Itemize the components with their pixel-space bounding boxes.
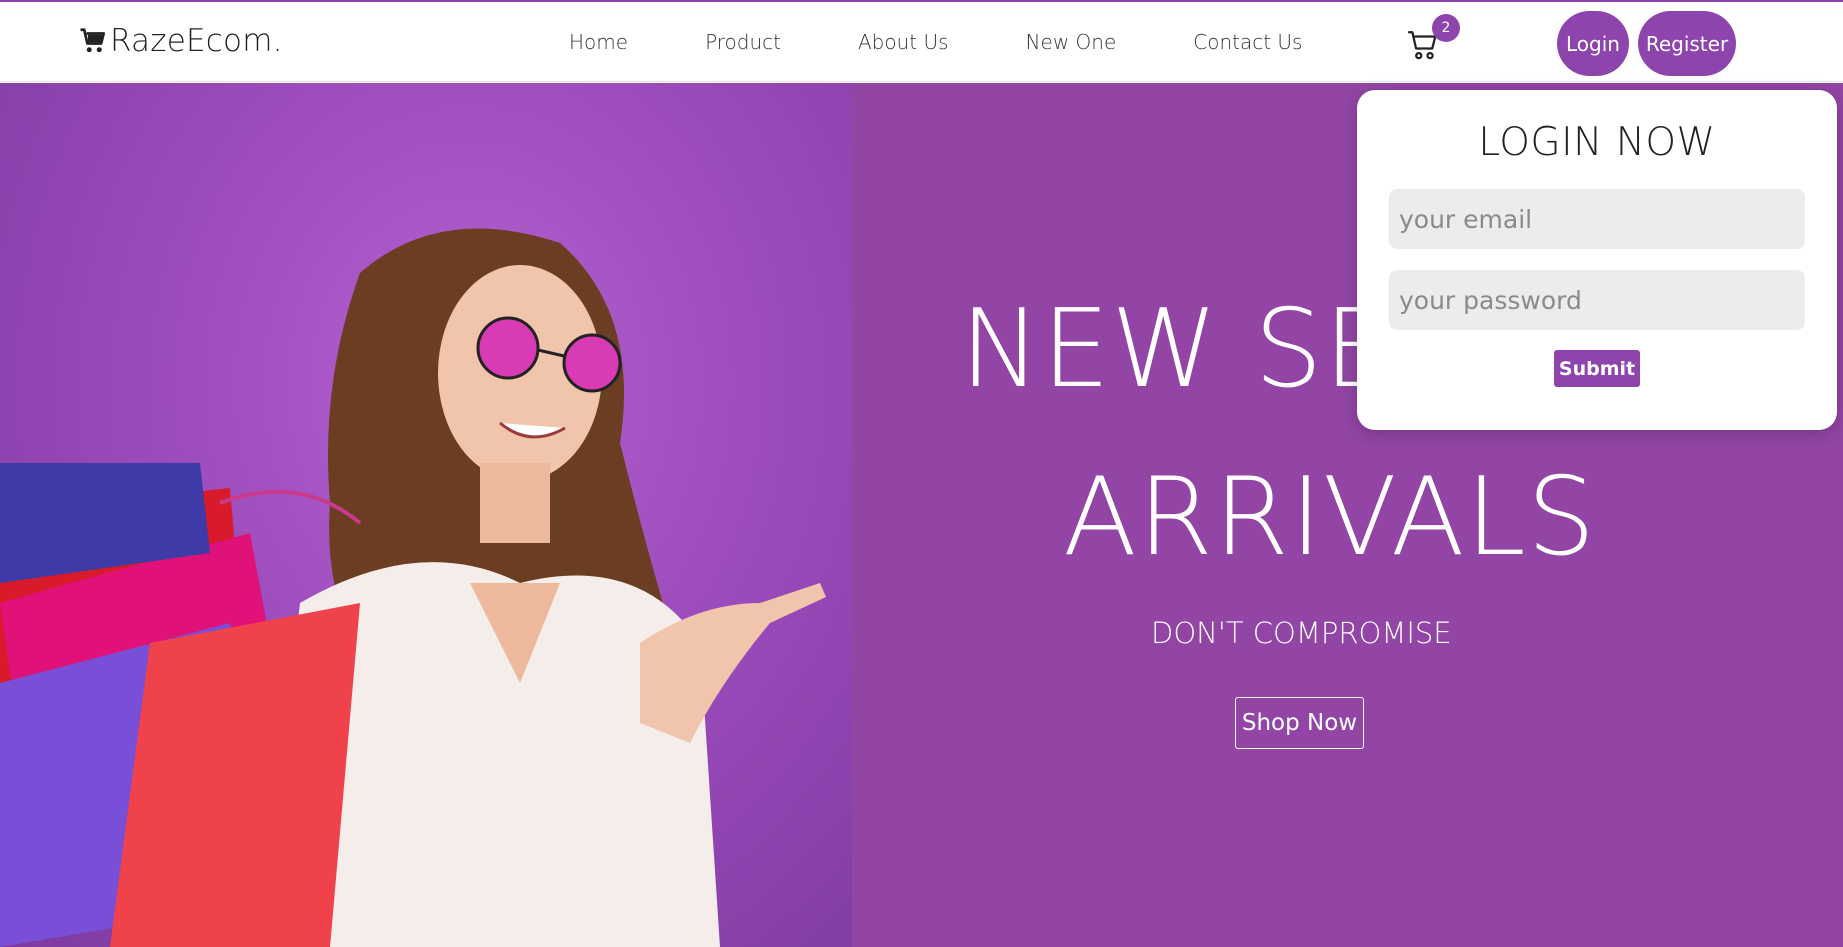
login-popup: LOGIN NOW Submit <box>1357 90 1837 430</box>
shop-now-button[interactable]: Shop Now <box>1235 697 1364 749</box>
nav-about-us[interactable]: About Us <box>858 28 949 56</box>
navbar: RazeEcom. Home Product About Us New One … <box>0 2 1843 82</box>
hero-image <box>0 83 852 947</box>
cart-button[interactable]: 2 <box>1406 14 1460 64</box>
email-input[interactable] <box>1389 189 1805 249</box>
login-button[interactable]: Login <box>1557 11 1629 76</box>
hero-illustration <box>0 228 826 947</box>
submit-button[interactable]: Submit <box>1554 350 1640 387</box>
password-input[interactable] <box>1389 270 1805 330</box>
brand-logo[interactable]: RazeEcom. <box>78 20 283 62</box>
brand-name: RazeEcom. <box>110 23 283 59</box>
main-nav: Home Product About Us New One Contact Us <box>569 28 1302 56</box>
hero-subtitle: DON'T COMPROMISE <box>1151 616 1452 650</box>
nav-contact-us[interactable]: Contact Us <box>1193 28 1302 56</box>
cart-logo-icon <box>80 28 105 53</box>
login-title: LOGIN NOW <box>1478 120 1716 165</box>
cart-count-badge: 2 <box>1432 14 1460 42</box>
hero-title-line2: ARRIVALS <box>1063 455 1597 580</box>
nav-product[interactable]: Product <box>705 28 781 56</box>
nav-home[interactable]: Home <box>569 28 628 56</box>
nav-new-one[interactable]: New One <box>1026 28 1117 56</box>
register-button[interactable]: Register <box>1638 11 1736 76</box>
